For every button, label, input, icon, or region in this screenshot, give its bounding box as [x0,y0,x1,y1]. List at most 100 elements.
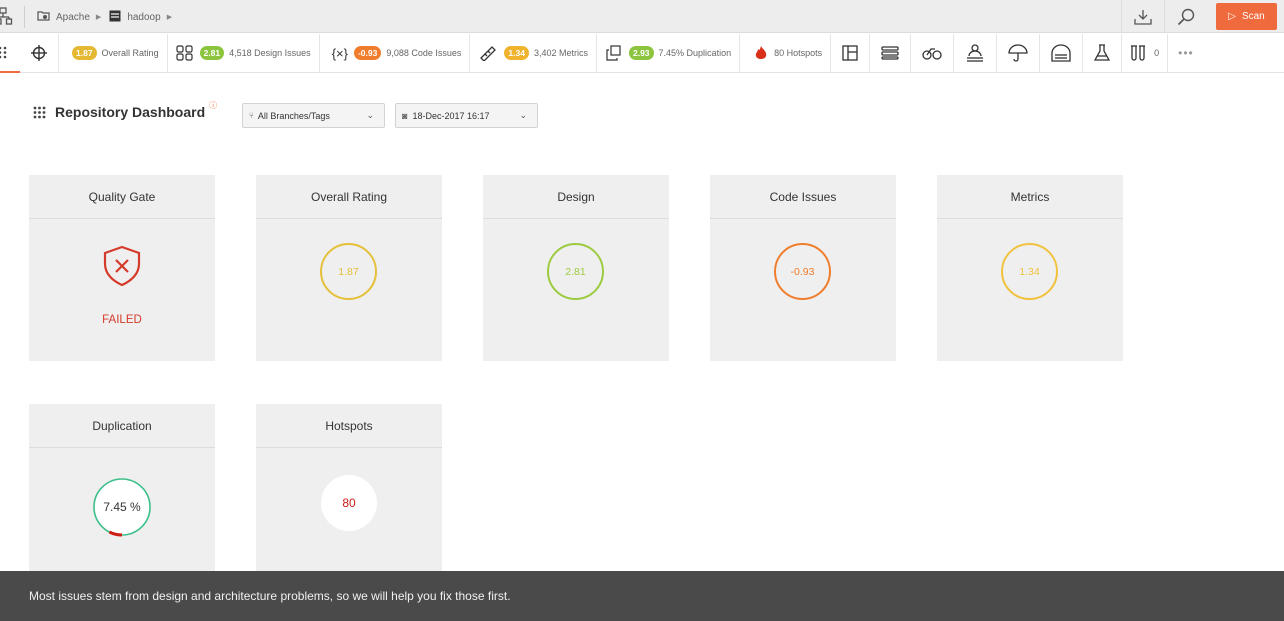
search-icon [1177,8,1195,25]
code-issues-value: -0.93 [790,265,815,278]
umbrella-icon [1008,44,1028,62]
info-icon[interactable]: ⓘ [209,100,217,111]
layout-icon [842,45,858,61]
design-gauge: 2.81 [547,243,604,300]
metrics-toolbar: 1.87 Overall Rating 2.81 4,518 Design Is… [0,33,1284,73]
hierarchy-icon[interactable] [0,7,13,25]
tip-text: Most issues stem from design and archite… [29,589,511,603]
folder-icon [37,10,50,24]
overall-rating-value: 1.87 [338,265,359,278]
bicycle-icon [922,48,942,60]
layout-tab[interactable] [831,33,871,73]
code-brackets-icon: {×} [331,45,348,61]
card-title: Quality Gate [29,175,215,219]
date-select-value: 18-Dec-2017 16:17 [412,110,490,121]
crosshair-icon [31,45,47,61]
metrics-value: 1.34 [1019,265,1040,278]
design-icon [175,45,194,61]
chevron-down-icon: ⌄ [366,110,374,120]
hotspots-label: 80 Hotspots [774,48,823,58]
metrics-gauge: 1.34 [1001,243,1058,300]
duplication-card[interactable]: Duplication 7.45 % [29,404,215,590]
more-button[interactable]: ••• [1168,34,1202,73]
hotspots-gauge: 80 [321,475,377,531]
tests-count: 0 [1154,48,1160,58]
grid-icon [0,46,7,58]
metrics-tab[interactable]: 1.34 3,402 Metrics [470,33,597,73]
breadcrumb-item-apache[interactable]: Apache [56,12,90,23]
hotspots-tab[interactable]: 80 Hotspots [740,33,832,73]
card-title: Code Issues [710,175,896,219]
code-issues-card[interactable]: Code Issues -0.93 [710,175,896,361]
design-card[interactable]: Design 2.81 [483,175,669,361]
branch-select[interactable]: ⑂ All Branches/Tags ⌄ [242,103,385,128]
dashboard-tab[interactable] [0,34,20,73]
metrics-label: 3,402 Metrics [533,48,588,58]
commits-tab[interactable] [911,33,955,73]
breadcrumb-arrow-icon: ▶ [95,14,102,21]
team-icon [967,44,984,62]
ruler-icon [478,45,498,61]
labs-tab[interactable] [1083,33,1123,73]
code-issues-gauge: -0.93 [774,243,831,300]
page-title: Repository Dashboard [55,104,206,120]
overall-rating-gauge: 1.87 [320,243,377,300]
shield-fail-icon [103,245,141,287]
page-title-row: Repository Dashboard ⓘ [33,101,217,120]
code-issues-label: 9,088 Code Issues [386,48,462,58]
date-select[interactable]: ◙ 18-Dec-2017 16:17 ⌄ [395,103,538,128]
download-icon [1134,9,1152,25]
code-issues-tab[interactable]: {×} -0.93 9,088 Code Issues [320,33,471,73]
flask-icon [1094,44,1111,61]
tests-tab[interactable]: 0 [1122,33,1169,73]
list-tab[interactable] [870,33,912,73]
download-button[interactable] [1121,0,1164,33]
grid-icon [33,106,46,118]
list-icon [881,46,899,60]
overall-rating-card[interactable]: Overall Rating 1.87 [256,175,442,361]
breadcrumb-item-hadoop[interactable]: hadoop [127,12,160,23]
hotspots-card[interactable]: Hotspots 80 [256,404,442,590]
card-title: Duplication [29,404,215,448]
design-value: 2.81 [565,265,586,278]
security-tab[interactable] [1040,33,1084,73]
design-issues-label: 4,518 Design Issues [229,48,311,58]
duplicate-icon [605,45,623,61]
card-title: Design [483,175,669,219]
camera-icon: ◙ [402,110,408,121]
contributors-tab[interactable] [954,33,998,73]
breadcrumb: Apache ▶ hadoop ▶ [37,9,180,25]
design-tab[interactable]: 2.81 4,518 Design Issues [168,33,320,73]
search-button[interactable] [1164,0,1207,33]
duplication-badge: 2.93 [628,46,654,60]
card-title: Overall Rating [256,175,442,219]
design-badge: 2.81 [199,46,225,60]
more-icon: ••• [1178,46,1194,60]
overall-rating-label: Overall Rating [101,48,159,58]
duplication-tab[interactable]: 2.93 7.45% Duplication [597,33,741,73]
breadcrumb-arrow-icon[interactable]: ▶ [167,13,172,21]
card-title: Hotspots [256,404,442,448]
metrics-card[interactable]: Metrics 1.34 [937,175,1123,361]
quality-gate-status: FAILED [102,314,142,326]
hotspots-value: 80 [342,496,356,510]
branch-select-value: All Branches/Tags [257,110,330,121]
duplication-gauge: 7.45 % [92,477,152,537]
quality-gate-card[interactable]: Quality Gate FAILED [29,175,215,361]
scan-button[interactable]: ▷ Scan [1216,3,1277,30]
chevron-down-icon: ⌄ [519,110,527,120]
test-tubes-icon [1130,45,1148,61]
scan-button-label: Scan [1241,11,1265,22]
coverage-tab[interactable] [997,33,1041,73]
flame-icon [754,45,768,61]
play-icon: ▷ [1228,11,1236,22]
topbar-actions: ▷ Scan [1121,0,1284,33]
metrics-badge: 1.34 [504,46,529,60]
card-title: Metrics [937,175,1123,219]
overall-rating-badge: 1.87 [72,46,97,60]
repository-icon [109,10,121,25]
overall-rating-tab[interactable]: 1.87 Overall Rating [59,33,168,73]
architecture-tab[interactable] [20,33,59,73]
duplication-value: 7.45 % [103,500,141,514]
branch-icon: ⑂ [249,111,254,120]
